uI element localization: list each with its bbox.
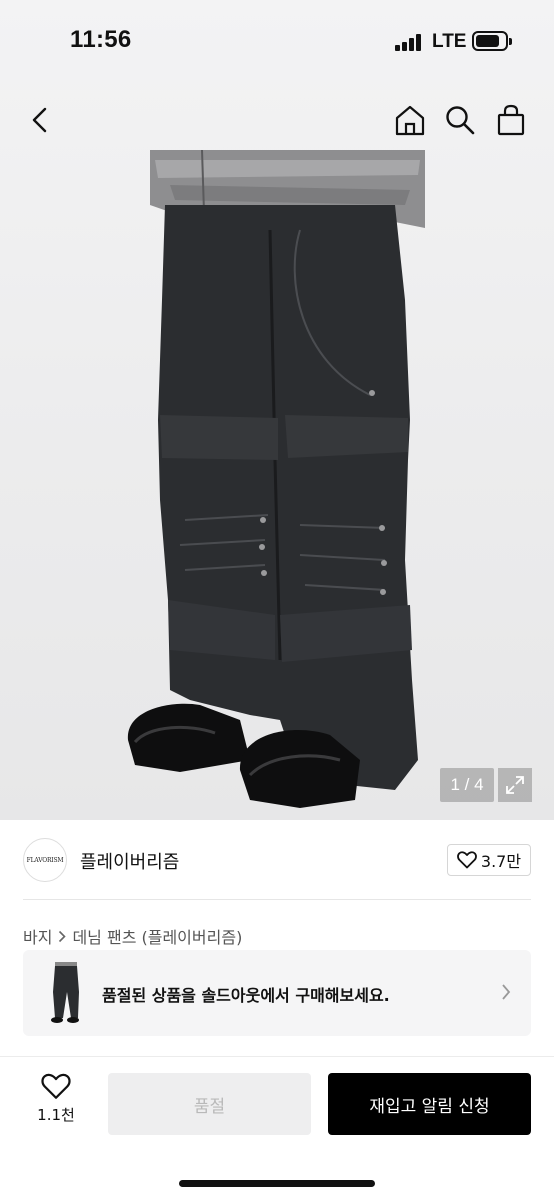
soldout-banner-text: 품절된 상품을 솔드아웃에서 구매해보세요. [102, 986, 390, 1005]
shopping-bag-icon [497, 104, 525, 136]
brand-logo-text: FLAVORISM [26, 856, 64, 864]
breadcrumb-subcategory[interactable]: 데님 팬츠 (플레이버리즘) [72, 924, 242, 948]
battery-icon [472, 31, 512, 51]
chevron-left-icon [32, 107, 47, 133]
status-time: 11:56 [70, 26, 132, 53]
image-counter: 1 / 4 [440, 768, 494, 802]
divider [23, 899, 531, 900]
brand-logo[interactable]: FLAVORISM [23, 838, 67, 882]
brand-like-count: 3.7만 [480, 852, 522, 871]
search-button[interactable] [440, 100, 480, 140]
expand-button[interactable] [498, 768, 532, 802]
heart-icon [41, 1073, 71, 1099]
expand-icon [506, 776, 524, 794]
status-bar: 11:56 LTE [0, 0, 554, 84]
breadcrumb-category[interactable]: 바지 [23, 924, 52, 948]
soldout-banner[interactable]: 품절된 상품을 솔드아웃에서 구매해보세요. [23, 950, 531, 1036]
soldout-button: 품절 [108, 1073, 311, 1135]
heart-icon [457, 851, 477, 869]
brand-name[interactable]: 플레이버리즘 [80, 848, 179, 874]
chevron-right-icon [502, 984, 511, 1000]
restock-alert-button[interactable]: 재입고 알림 신청 [328, 1073, 531, 1135]
signal-icon [395, 33, 423, 51]
cart-button[interactable] [491, 100, 531, 140]
home-icon [395, 105, 425, 136]
wishlist-button[interactable]: 1.1천 [32, 1073, 80, 1133]
brand-like-button[interactable]: 3.7만 [447, 844, 531, 876]
banner-product-thumbnail [39, 962, 89, 1024]
chevron-right-icon [59, 930, 67, 942]
network-label: LTE [432, 31, 467, 52]
breadcrumb: 바지 데님 팬츠 (플레이버리즘) [23, 924, 242, 948]
back-button[interactable] [20, 100, 60, 140]
search-icon [446, 106, 475, 135]
home-indicator [179, 1180, 375, 1187]
product-photo [127, 150, 425, 808]
home-button[interactable] [390, 100, 430, 140]
wishlist-count: 1.1천 [37, 1106, 75, 1124]
